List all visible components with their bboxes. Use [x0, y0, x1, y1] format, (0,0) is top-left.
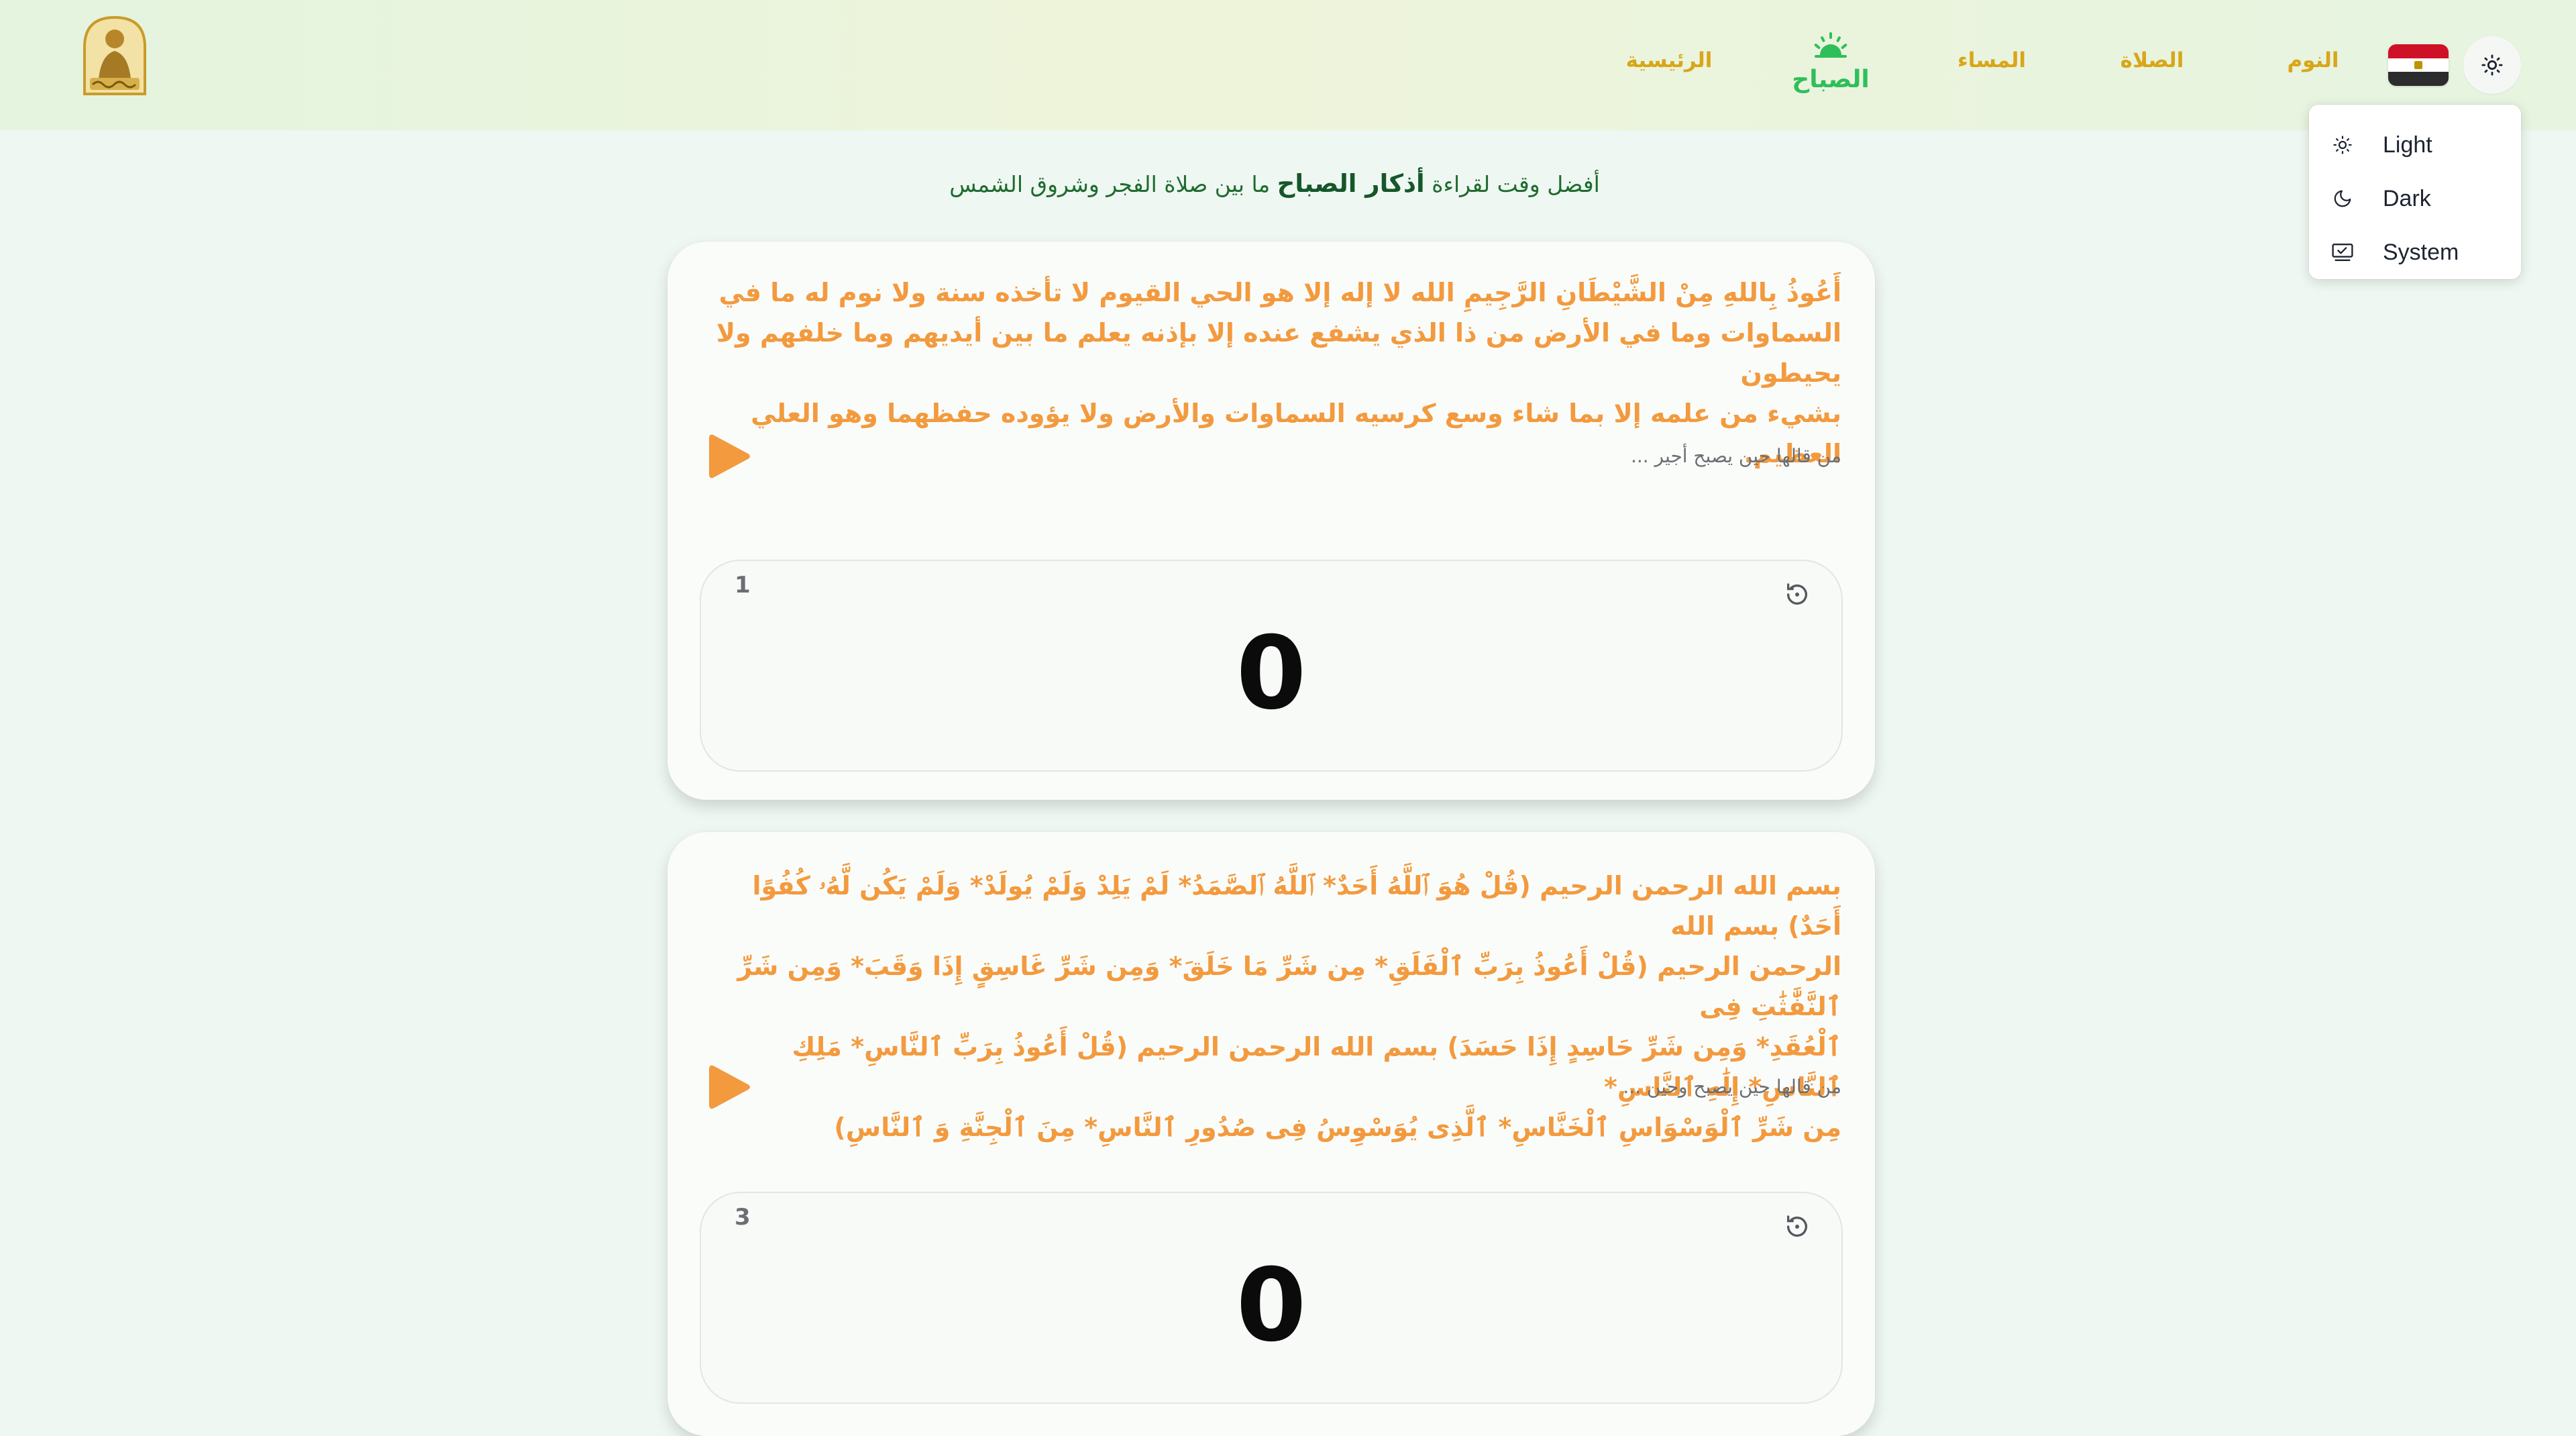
sun-icon — [2329, 132, 2356, 158]
reset-counter-button[interactable] — [1784, 581, 1811, 608]
play-audio-button[interactable] — [708, 431, 752, 482]
dhikr-card: بسم الله الرحمن الرحيم (قُلْ هُوَ ٱللَّه… — [667, 832, 1875, 1436]
nav-prayer[interactable]: الصلاة — [2121, 48, 2184, 72]
play-icon — [709, 434, 750, 478]
theme-option-light[interactable]: Light — [2309, 118, 2521, 172]
nav-morning[interactable]: الصباح — [1792, 66, 1870, 93]
site-logo[interactable] — [78, 13, 152, 97]
monitor-icon — [2329, 239, 2356, 266]
app-header: الرئيسية الصباح المساء الصلاة النوم — [0, 0, 2576, 130]
sun-icon — [2481, 54, 2503, 76]
theme-toggle-button[interactable] — [2463, 36, 2521, 94]
counter-value: 0 — [1236, 615, 1307, 732]
dhikr-benefit-note[interactable]: من قالها حين يصبح أجير ... — [1631, 445, 1841, 467]
subtitle-highlight: أذكار الصباح — [1277, 169, 1425, 198]
theme-option-label: System — [2383, 239, 2459, 265]
reset-icon — [1787, 1215, 1807, 1237]
repeat-target: 3 — [735, 1204, 751, 1231]
subtitle-after: ما بين صلاة الفجر وشروق الشمس — [949, 171, 1277, 197]
counter-value: 0 — [1236, 1247, 1307, 1364]
egypt-flag-icon[interactable] — [2388, 44, 2449, 86]
theme-option-system[interactable]: System — [2309, 225, 2521, 279]
play-audio-button[interactable] — [708, 1062, 752, 1113]
reset-counter-button[interactable] — [1784, 1213, 1811, 1240]
dhikr-card: أَعُوذُ بِاللهِ مِنْ الشَّيْطَانِ الرَّج… — [667, 242, 1875, 800]
theme-option-label: Light — [2383, 132, 2432, 158]
dhikr-benefit-note[interactable]: من قالها حين يصبح وحين ... — [1623, 1076, 1841, 1098]
nav-evening[interactable]: المساء — [1957, 48, 2026, 72]
subtitle-before: أفضل وقت لقراءة — [1424, 171, 1600, 197]
sunrise-icon — [1812, 31, 1849, 59]
nav-home[interactable]: الرئيسية — [1626, 48, 1713, 72]
reset-icon — [1787, 583, 1807, 605]
repeat-target: 1 — [735, 572, 751, 599]
page-subtitle: أفضل وقت لقراءة أذكار الصباح ما بين صلاة… — [0, 169, 2549, 198]
dhikr-text: بسم الله الرحمن الرحيم (قُلْ هُوَ ٱللَّه… — [737, 871, 1841, 1142]
dhikr-counter[interactable]: 1 0 — [700, 560, 1843, 772]
nav-sleep[interactable]: النوم — [2287, 48, 2339, 72]
dhikr-counter[interactable]: 3 0 — [700, 1192, 1843, 1404]
play-icon — [709, 1065, 750, 1109]
dhikr-text: أَعُوذُ بِاللهِ مِنْ الشَّيْطَانِ الرَّج… — [716, 278, 1841, 468]
